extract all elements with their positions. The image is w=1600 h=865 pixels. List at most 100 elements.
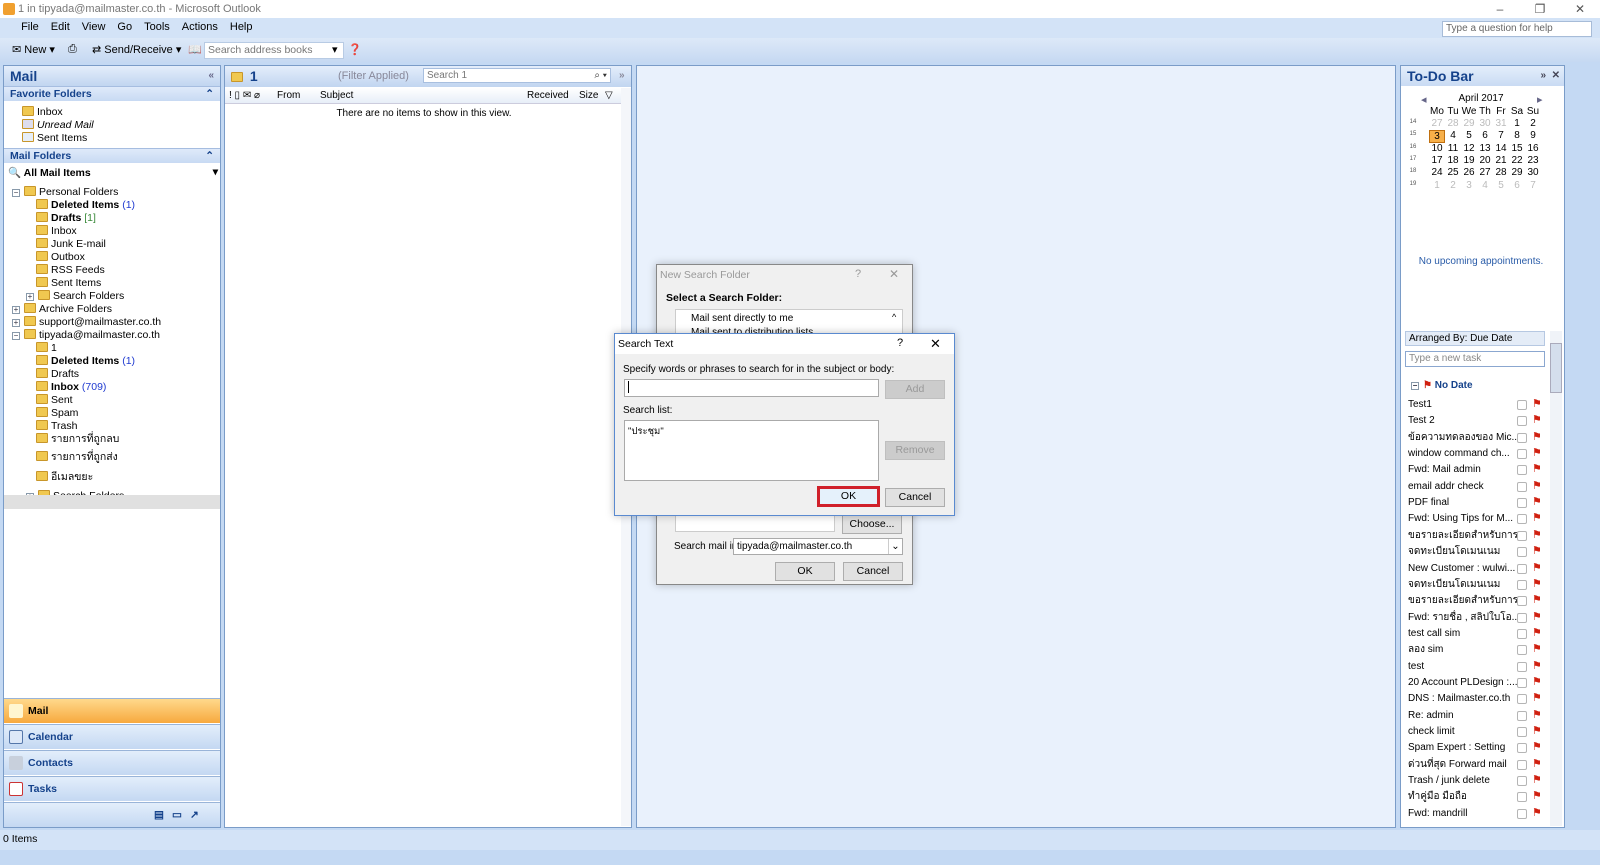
cancel-button[interactable]: Cancel — [843, 562, 903, 581]
flag-icon[interactable]: ⚑ — [1532, 758, 1542, 770]
instant-search-input[interactable]: Search 1 ⌕ ▾ — [423, 68, 611, 83]
folder-item[interactable]: Drafts — [36, 368, 79, 381]
task-item[interactable]: Spam Expert : Setting — [1408, 740, 1548, 756]
size-column[interactable]: Size — [579, 88, 598, 103]
flag-icon[interactable]: ⚑ — [1532, 546, 1542, 557]
calendar-day[interactable]: 1 — [1429, 180, 1445, 191]
flag-icon[interactable]: ⚑ — [1532, 627, 1542, 639]
task-item[interactable]: Re: admin — [1408, 708, 1548, 724]
calendar-day[interactable]: 31 — [1493, 118, 1509, 129]
task-item[interactable]: Fwd: Mail admin — [1408, 462, 1548, 478]
menu-go[interactable]: Go — [111, 18, 138, 33]
task-item[interactable]: Fwd: รายชื่อ , สลิปใบโอ... — [1408, 610, 1548, 626]
flag-icon[interactable]: ⚑ — [1532, 464, 1542, 475]
folder-item[interactable]: Sent — [36, 394, 73, 407]
task-checkbox[interactable] — [1517, 514, 1527, 525]
favorite-folders-header[interactable]: Favorite Folders ⌃ — [4, 86, 220, 101]
expand-query-icon[interactable]: » — [619, 66, 625, 86]
calendar-day[interactable]: 2 — [1445, 180, 1461, 191]
favorite-unread-mail[interactable]: Unread Mail — [22, 119, 94, 132]
calendar-day[interactable]: 28 — [1445, 118, 1461, 129]
calendar-day[interactable]: 19 — [1461, 155, 1477, 166]
calendar-day[interactable]: 11 — [1445, 143, 1461, 154]
all-mail-items-dropdown[interactable]: 🔍 All Mail Items ▾ — [8, 166, 218, 179]
calendar-day[interactable]: 25 — [1445, 167, 1461, 178]
task-checkbox[interactable] — [1517, 612, 1527, 623]
task-checkbox[interactable] — [1517, 465, 1527, 476]
calendar-day[interactable]: 24 — [1429, 167, 1445, 178]
task-item[interactable]: 20 Account PLDesign :... — [1408, 675, 1548, 691]
remove-button[interactable]: Remove — [885, 441, 945, 460]
task-item[interactable]: check limit — [1408, 724, 1548, 740]
task-checkbox[interactable] — [1517, 498, 1527, 509]
calendar-day[interactable]: 10 — [1429, 143, 1445, 154]
search-list[interactable]: "ประชุม" — [624, 420, 879, 481]
calendar-day[interactable]: 27 — [1429, 118, 1445, 129]
folder-list-icon[interactable]: ▭ — [172, 803, 182, 827]
calendar-day[interactable]: 7 — [1493, 130, 1509, 141]
print-icon[interactable]: ⎙ — [68, 43, 77, 56]
folder-item[interactable]: Sent Items — [36, 277, 101, 290]
task-item[interactable]: ขอรายละเอียดสำหรับการ... — [1408, 528, 1548, 544]
today-date[interactable]: 3 — [1429, 130, 1445, 144]
search-words-input[interactable] — [624, 379, 879, 397]
folder-item[interactable]: Trash — [36, 420, 77, 433]
collapse-nav-icon[interactable]: « — [208, 66, 214, 86]
flag-icon[interactable]: ⚑ — [1532, 644, 1542, 655]
help-icon[interactable]: ? — [855, 268, 861, 280]
calendar-day[interactable]: 30 — [1525, 167, 1541, 178]
flag-icon[interactable]: ⚑ — [1532, 595, 1542, 606]
task-item[interactable]: จดทะเบียนโดเมนเนม — [1408, 544, 1548, 560]
task-checkbox[interactable] — [1517, 694, 1527, 705]
task-checkbox[interactable] — [1517, 645, 1527, 656]
folder-item[interactable]: + Search Folders — [26, 290, 124, 303]
task-item[interactable]: Test 2 — [1408, 413, 1548, 429]
calendar-day[interactable]: 18 — [1445, 155, 1461, 166]
flag-icon[interactable]: ⚑ — [1532, 415, 1542, 426]
choose-button[interactable]: Choose... — [842, 515, 902, 534]
flag-icon[interactable]: ⚑ — [1532, 726, 1542, 737]
task-scrollbar[interactable] — [1550, 331, 1562, 826]
collapse-icon[interactable]: − — [12, 332, 20, 340]
calendar-day[interactable]: 29 — [1461, 118, 1477, 129]
folder-item[interactable]: Inbox (709) — [36, 381, 106, 394]
task-item[interactable]: ขอรายละเอียดสำหรับการ... — [1408, 593, 1548, 609]
search-mail-in-select[interactable]: tipyada@mailmaster.co.th ⌄ — [733, 538, 903, 555]
no-date-group[interactable]: − ⚑ No Date — [1411, 380, 1473, 391]
task-item[interactable]: ด่วนที่สุด Forward mail — [1408, 757, 1548, 773]
help-icon[interactable]: ❓ — [348, 43, 362, 56]
task-checkbox[interactable] — [1517, 727, 1527, 737]
task-checkbox[interactable] — [1517, 579, 1527, 590]
expand-icon[interactable]: + — [26, 293, 34, 301]
task-item[interactable]: Fwd: Using Tips for M... — [1408, 511, 1548, 527]
task-checkbox[interactable] — [1517, 710, 1527, 721]
flag-icon[interactable]: ⚑ — [1532, 676, 1542, 688]
task-item[interactable]: window command ch... — [1408, 446, 1548, 462]
nav-tasks-button[interactable]: Tasks — [4, 776, 220, 801]
calendar-day[interactable]: 5 — [1493, 180, 1509, 191]
folder-item[interactable]: อีเมลขยะ — [36, 471, 93, 484]
flag-icon[interactable]: ⚑ — [1532, 693, 1542, 704]
calendar-day[interactable]: 27 — [1477, 167, 1493, 178]
calendar-day[interactable]: 12 — [1461, 143, 1477, 154]
expand-icon[interactable]: + — [12, 319, 20, 327]
calendar-day[interactable]: 6 — [1477, 130, 1493, 141]
from-column[interactable]: From — [277, 88, 300, 103]
option-mail-sent-to-me[interactable]: Mail sent directly to me — [691, 313, 793, 324]
nav-calendar-button[interactable]: Calendar — [4, 724, 220, 749]
calendar-day[interactable]: 17 — [1429, 155, 1445, 166]
task-item[interactable]: ทำคู่มือ มือถือ — [1408, 789, 1548, 805]
close-icon[interactable]: ✕ — [930, 336, 941, 352]
task-item[interactable]: จดทะเบียนโดเมนเนม — [1408, 577, 1548, 593]
task-checkbox[interactable] — [1517, 677, 1527, 688]
calendar-day[interactable]: 9 — [1525, 130, 1541, 141]
task-item[interactable]: Trash / junk delete — [1408, 773, 1548, 789]
task-item[interactable]: Fwd: mandrill — [1408, 806, 1548, 822]
calendar-day[interactable]: 26 — [1461, 167, 1477, 178]
task-checkbox[interactable] — [1517, 792, 1527, 803]
close-button[interactable]: ✕ — [1560, 0, 1600, 18]
folder-item[interactable]: Inbox — [36, 225, 77, 238]
calendar-day[interactable]: 6 — [1509, 180, 1525, 191]
calendar-day[interactable]: 20 — [1477, 155, 1493, 166]
folder-item[interactable]: Outbox — [36, 251, 85, 264]
